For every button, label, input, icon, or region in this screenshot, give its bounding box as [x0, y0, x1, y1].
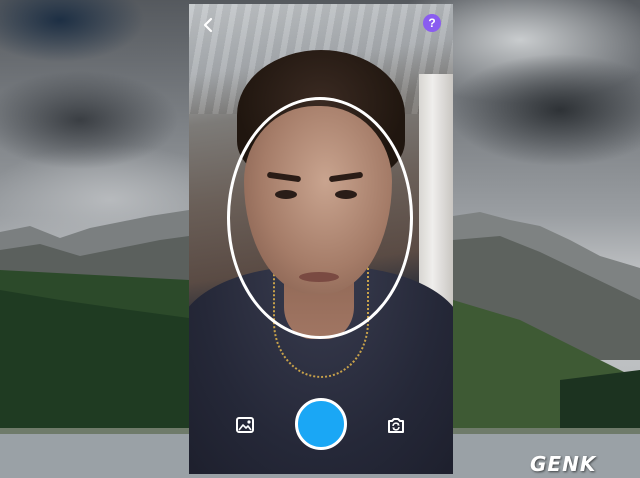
switch-camera-button[interactable]: [386, 415, 406, 435]
chevron-left-icon: [203, 17, 213, 33]
face-guide-oval: [227, 97, 413, 339]
watermark-text: GENK: [530, 452, 597, 476]
genk-watermark-logo: GENK: [530, 452, 634, 476]
camera-screen: ?: [189, 4, 453, 474]
gallery-button[interactable]: [235, 415, 255, 435]
capture-button[interactable]: [295, 398, 347, 450]
help-button[interactable]: ?: [423, 14, 441, 32]
switch-camera-icon: [388, 418, 404, 433]
question-mark-icon: ?: [428, 16, 436, 30]
back-button[interactable]: [197, 14, 219, 36]
image-gallery-icon: [236, 417, 254, 433]
